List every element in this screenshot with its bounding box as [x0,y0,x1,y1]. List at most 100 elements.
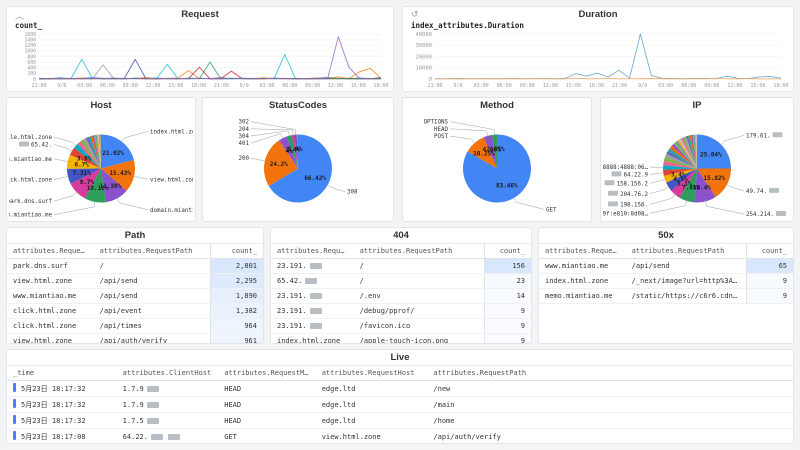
request-host-cell: edge.ltd [316,381,428,397]
live-log-row[interactable]: 5月23日 18:17:321.7.9HEADedge.ltd/new [7,381,793,397]
statuscodes-panel: StatusCodes 30820040130420430266.42%24.2… [202,97,394,222]
panel-title-statuscodes: StatusCodes [203,98,393,113]
x-tick-label: 12:00 [328,83,343,89]
label-leader-line [54,137,77,146]
pie-slice-label: 2a01:19f:e810:8d08… [603,211,649,217]
request-path-cell: / [94,259,211,274]
label-leader-line [650,173,664,175]
request-line-chart[interactable]: 0200400600800100012001400160021:009/803:… [11,31,389,89]
table-row[interactable]: click.html.zone/api/times964 [7,319,263,334]
x-tick-label: 18:00 [773,83,788,89]
count-cell: 9 [747,274,793,289]
panel-title-duration: Duration [403,7,793,22]
ip-pie-chart[interactable]: 179.61.49.74.254.214.2a01:19f:e810:8d08…… [603,114,791,219]
x-tick-label: 06:00 [100,83,115,89]
column-header: attributes.RequestHost [539,244,626,259]
live-log-row[interactable]: 5月23日 18:17:321.7.5HEADedge.ltd/home [7,413,793,429]
table-row[interactable]: click.html.zone/api/event1,382 [7,304,263,319]
x-tick-label: 21:00 [427,83,442,89]
column-header: attributes.RequestPath [94,244,211,259]
x-tick-label: 06:00 [282,83,297,89]
label-leader-line [121,131,148,142]
pie-slice-label: 204 [239,127,250,133]
x-tick-label: 06:00 [681,83,696,89]
request-path-cell: /main [427,397,793,413]
live-data-table: _timeattributes.ClientHostattributes.Req… [7,366,793,443]
label-leader-line [327,185,345,192]
table-row[interactable]: park.dns.surf/2,801 [7,259,263,274]
redaction-mask [168,434,180,440]
column-header: _time [7,366,117,381]
pie-percent-label: 24.2% [270,161,288,168]
request-host-cell: edge.ltd [316,397,428,413]
x-tick-label: 18:00 [191,83,206,89]
live-log-row[interactable]: 5月23日 18:17:321.7.9HEADedge.ltd/main [7,397,793,413]
y-tick-label: 600 [27,60,36,66]
y-tick-label: 20000 [415,54,432,60]
table-row[interactable]: 23.191./.env14 [271,289,531,304]
x-tick-label: 9/9 [240,83,249,89]
request-series-label: count_ [15,21,42,30]
log-level-bar [13,415,16,424]
count-cell: 961 [211,334,263,344]
request-host-cell: view.html.zone [316,429,428,444]
client-host-cell: 64.22. [117,429,219,444]
count-cell: 156 [485,259,531,274]
duration-line-chart[interactable]: 01000020000300004000021:009/803:0006:000… [407,31,789,89]
x-tick-label: 21:00 [612,83,627,89]
pie-slice-label: 401 [239,141,250,147]
method-pie-chart[interactable]: GETPOSTHEADOPTIONS83.46%10.25%4.06%2.23% [405,114,589,219]
table-row[interactable]: www.miantiao.me/api/send65 [539,259,793,274]
panel-title-path: Path [7,228,263,244]
x-tick-label: 15:00 [168,83,183,89]
request-host-cell: 23.191. [271,319,354,334]
panel-title-50x: 50x [539,228,793,244]
request-host-cell: view.html.zone [7,274,94,289]
x-tick-label: 15:00 [566,83,581,89]
request-host-cell: 23.191. [271,259,354,274]
request-plot: 0200400600800100012001400160021:009/803:… [11,31,389,89]
table-header-row: _timeattributes.ClientHostattributes.Req… [7,366,793,381]
y-tick-label: 400 [27,66,36,72]
table-row[interactable]: 23.191./156 [271,259,531,274]
pie-slice-label: 64.22.9 [624,172,649,178]
x-tick-label: 12:00 [543,83,558,89]
table-row[interactable]: view.html.zone/api/send2,295 [7,274,263,289]
label-leader-line [450,136,475,144]
redaction-mask [310,263,322,269]
table-row[interactable]: index.html.zone/apple-touch-icon.png9 [271,334,531,344]
table-row[interactable]: 65.42./23 [271,274,531,289]
host-pie: index.html.zoneview.html.zonedomain.mian… [9,114,193,219]
request-path-cell: /api/auth/verify [427,429,793,444]
x-tick-label: 9/8 [454,83,463,89]
request-method-cell: GET [218,429,315,444]
column-header: count_ [211,244,263,259]
live-log-row[interactable]: 5月23日 18:17:0864.22.GETview.html.zone/ap… [7,429,793,444]
ip-pie: 179.61.49.74.254.214.2a01:19f:e810:8d08…… [603,114,791,219]
50x-table-panel: 50x attributes.RequestHostattributes.Req… [538,227,794,344]
host-pie-chart[interactable]: index.html.zoneview.html.zonedomain.mian… [9,114,193,219]
table-row[interactable]: view.html.zone/api/auth/verify961 [7,334,263,344]
redaction-mask [612,171,622,176]
label-leader-line [720,135,744,145]
y-tick-label: 0 [429,77,432,83]
statuscodes-pie-chart[interactable]: 30820040130420430266.42%24.2%4%2.4%1.4% [205,114,391,219]
request-host-cell: index.html.zone [539,274,626,289]
table-row[interactable]: 23.191./favicon.ico9 [271,319,531,334]
x-tick-label: 03:00 [474,83,489,89]
table-row[interactable]: index.html.zone/_next/image?url=http%3A%… [539,274,793,289]
pie-percent-label: 66.42% [304,175,326,182]
table-row[interactable]: www.miantiao.me/api/send1,890 [7,289,263,304]
x-tick-label: 03:00 [259,83,274,89]
pie-percent-label: 6.7% [74,162,89,169]
request-path-cell: /api/send [94,289,211,304]
pie-slice-label: park.dns.surf [9,199,53,205]
table-row[interactable]: 23.191./debug/pprof/9 [271,304,531,319]
panel-title-request: Request [7,7,393,22]
host-panel: Host index.html.zoneview.html.zonedomain… [6,97,196,222]
label-leader-line [650,186,669,194]
column-header: attributes.RequestPath [354,244,485,259]
count-cell: 9 [485,319,531,334]
table-row[interactable]: memo.miantiao.me/static/https://c6r6.cdn… [539,289,793,304]
series-line [39,55,381,79]
